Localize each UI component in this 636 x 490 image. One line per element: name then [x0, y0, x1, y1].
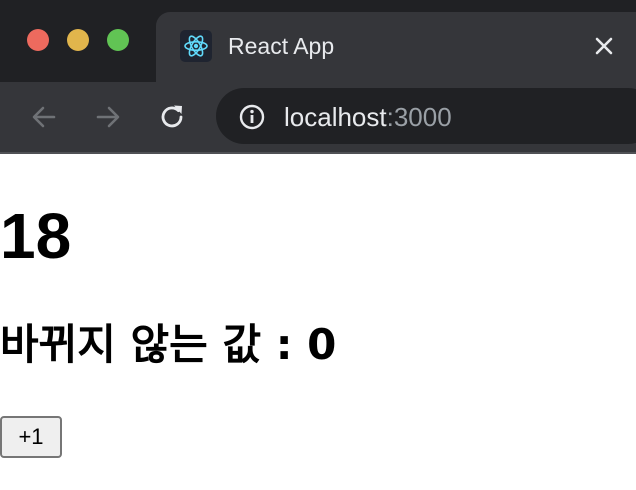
- page-content: 18 바뀌지 않는 값 : 0 +1: [0, 154, 636, 490]
- tab-react-app[interactable]: React App: [156, 12, 636, 82]
- increment-button[interactable]: +1: [0, 416, 62, 458]
- fixed-value-heading: 바뀌지 않는 값 : 0: [0, 320, 337, 369]
- url-text[interactable]: localhost:3000: [284, 102, 452, 132]
- browser-toolbar: localhost:3000: [0, 82, 636, 152]
- tab-title: React App: [228, 33, 335, 59]
- close-tab-icon[interactable]: [592, 34, 616, 58]
- reload-icon[interactable]: [156, 101, 188, 133]
- arrow-right-icon[interactable]: [92, 101, 124, 133]
- maximize-window-button[interactable]: [107, 29, 129, 51]
- url-host: localhost: [284, 102, 387, 132]
- react-logo-icon: [180, 30, 212, 62]
- address-bar[interactable]: localhost:3000: [216, 88, 636, 144]
- close-window-button[interactable]: [27, 29, 49, 51]
- info-icon[interactable]: [238, 103, 266, 131]
- count-heading: 18: [0, 200, 72, 272]
- url-port: :3000: [386, 102, 452, 132]
- browser-window: React App localhost:3000 18 바뀌지 않는 값: 0…: [0, 0, 636, 490]
- tab-strip: React App: [0, 0, 636, 82]
- minimize-window-button[interactable]: [67, 29, 89, 51]
- arrow-left-icon[interactable]: [28, 101, 60, 133]
